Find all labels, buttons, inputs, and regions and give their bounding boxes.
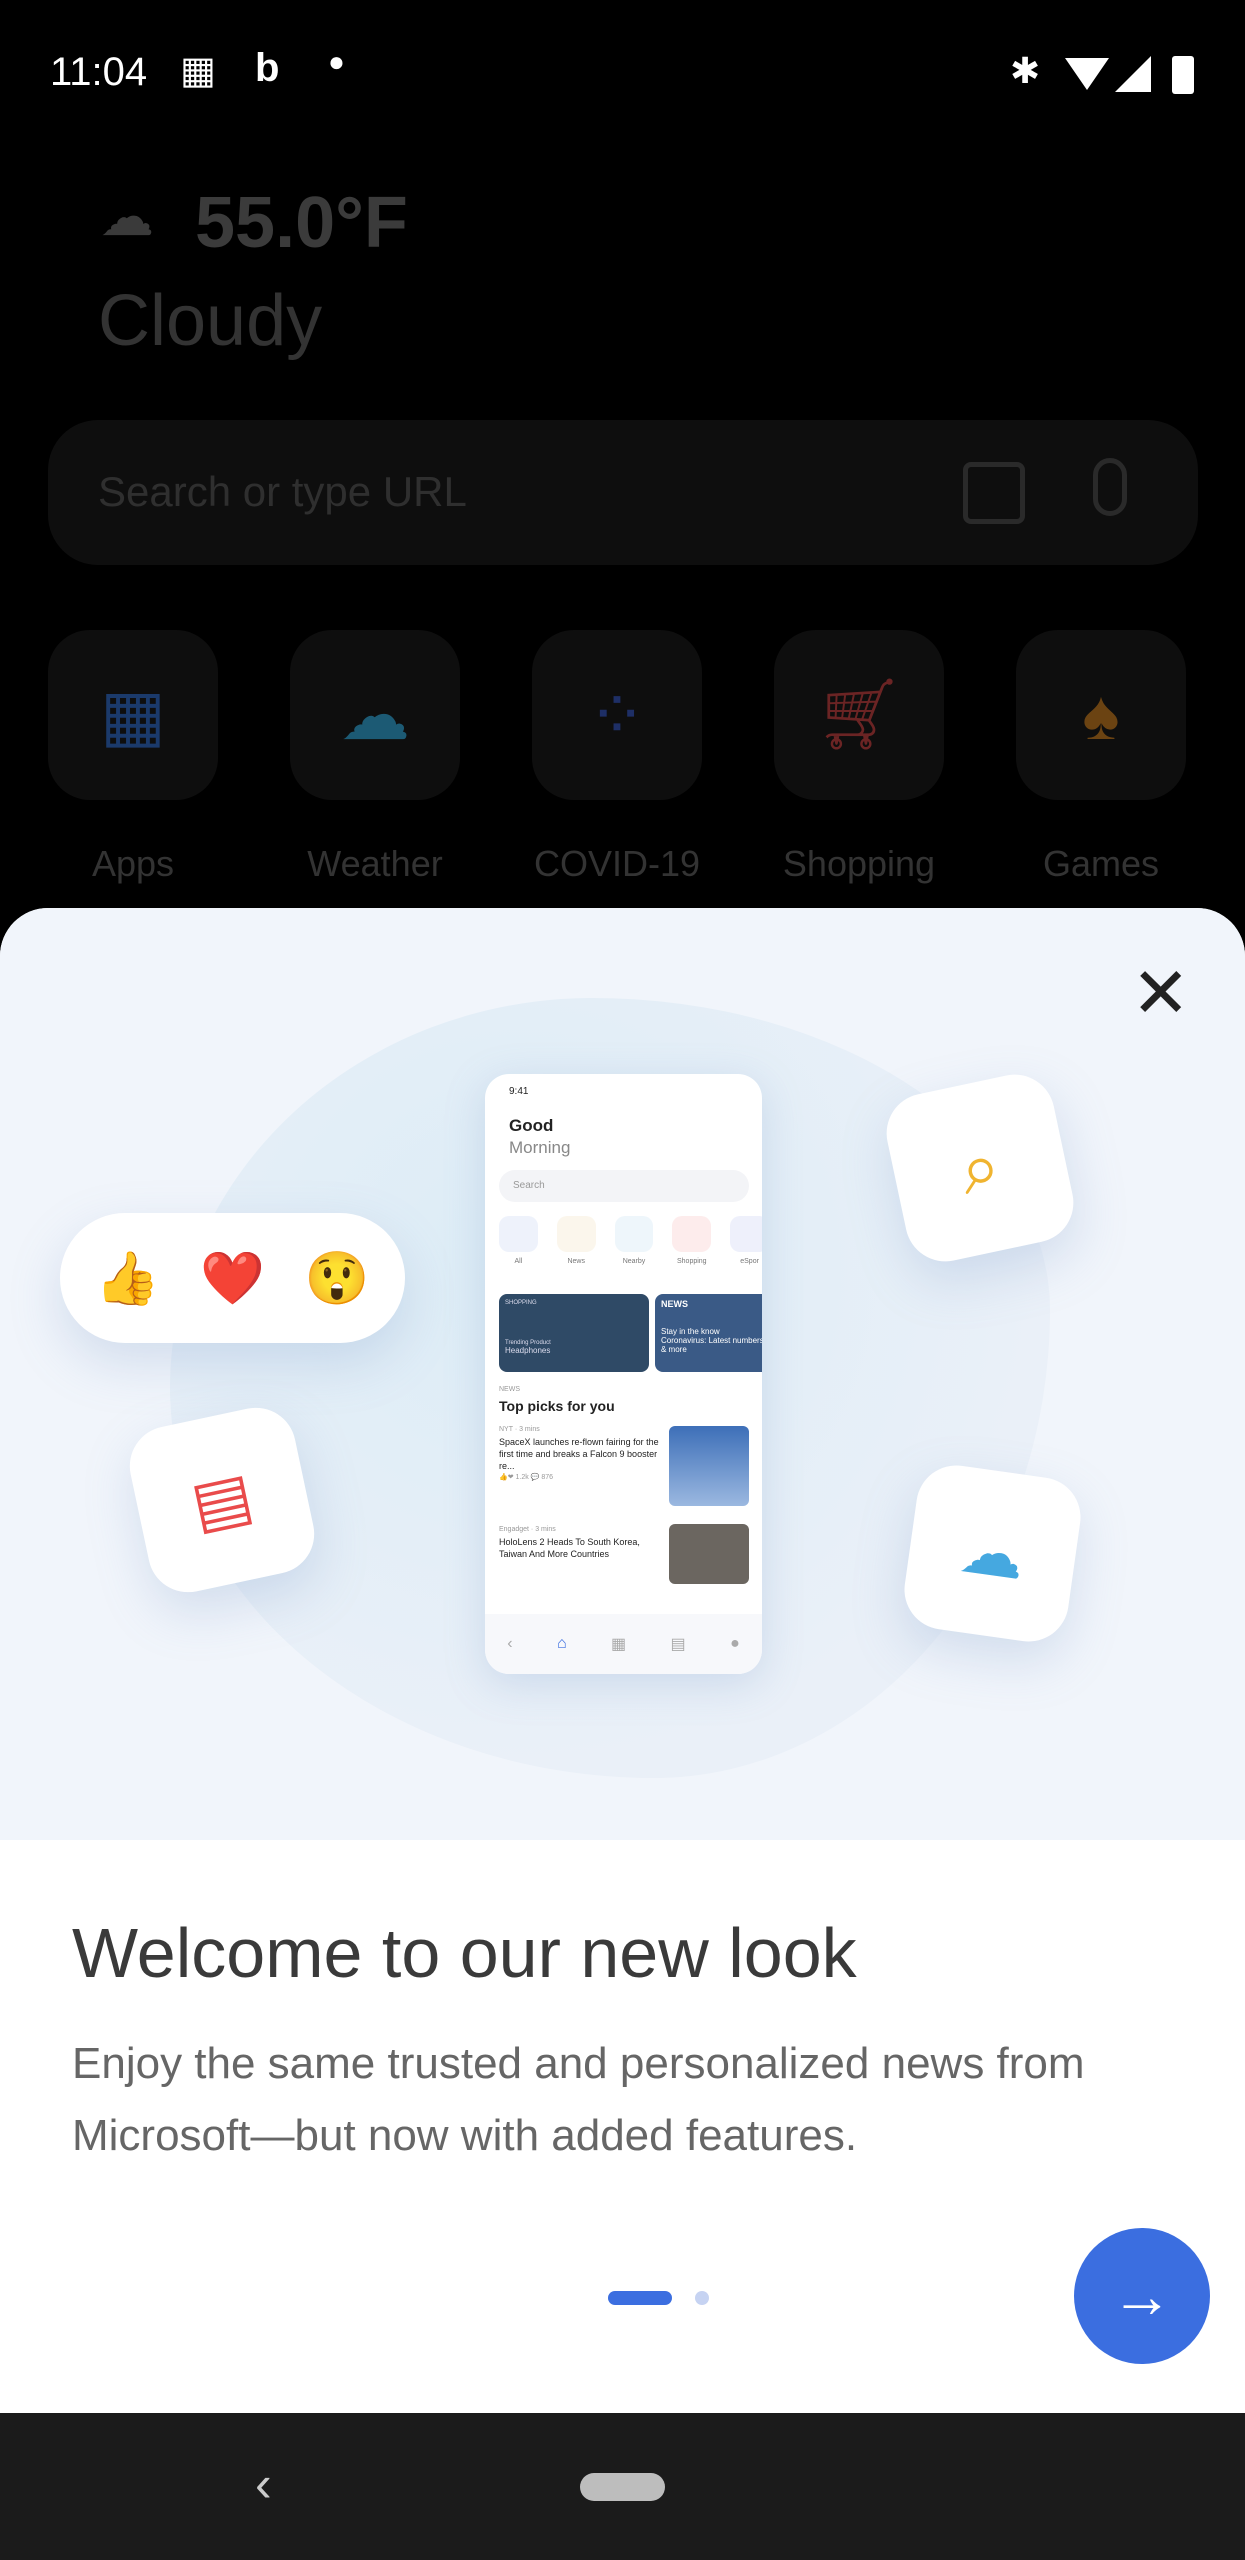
qr-code-icon: ▦ [180, 50, 216, 92]
thumbs-up-icon: 👍 [95, 1249, 161, 1308]
games-icon: ♠ [1082, 676, 1120, 754]
chart-icon: ⁘ [587, 676, 647, 754]
back-button[interactable]: ‹ [255, 2455, 272, 2513]
newspaper-icon: ▤ [184, 1458, 259, 1542]
card-title: Headphones [505, 1346, 551, 1355]
mockup-search: Search [499, 1170, 749, 1202]
onboarding-sheet: 👍 ❤️ 😲 ▤ ⌕ ☁ 9:41 Good Morning Search Al… [0, 908, 1245, 2413]
mockup-category: Shopping [676, 1258, 707, 1265]
tile-apps[interactable]: ▦ [48, 630, 218, 800]
tile-label: Apps [91, 843, 175, 884]
page-indicator-active [608, 2291, 672, 2305]
tile-label: COVID-19 [533, 843, 701, 884]
tile-covid[interactable]: ⁘ [532, 630, 702, 800]
close-button[interactable]: ✕ [1131, 958, 1190, 1028]
mockup-greeting-2: Morning [509, 1138, 571, 1157]
visual-search-icon[interactable] [963, 462, 1025, 524]
onboarding-title: Welcome to our new look [72, 1914, 857, 1992]
avatar: ● [730, 1635, 740, 1652]
tile-label: Weather [307, 843, 443, 884]
mockup-category: All [514, 1258, 523, 1265]
tile-games[interactable]: ♠ [1016, 630, 1186, 800]
article-title: SpaceX launches re-flown fairing for the… [499, 1437, 659, 1471]
partly-cloudy-icon: ☁ [955, 1512, 1030, 1594]
heart-icon: ❤️ [200, 1249, 265, 1308]
mockup-heading: Top picks for you [499, 1398, 615, 1414]
card-title: Coronavirus: Latest numbers & more [661, 1336, 762, 1354]
dot-icon: ● [328, 46, 345, 77]
mockup-article: Engadget · 3 mins HoloLens 2 Heads To So… [499, 1524, 659, 1560]
mockup-section: NEWS [499, 1386, 520, 1393]
mockup-card-shopping: SHOPPING Trending Product Headphones [499, 1294, 649, 1372]
bing-icon: b [255, 46, 280, 90]
home-icon: ⌂ [556, 1635, 567, 1652]
tile-label: Games [1042, 843, 1160, 884]
page-indicator[interactable] [695, 2291, 709, 2305]
onboarding-body: Enjoy the same trusted and personalized … [72, 2039, 1085, 2160]
close-icon: ✕ [1131, 954, 1190, 1032]
card-tag: SHOPPING [505, 1300, 537, 1306]
article-comments: 876 [541, 1474, 554, 1481]
cart-icon: 🛒︎ [814, 675, 904, 753]
status-time: 11:04 [50, 50, 148, 94]
home-pill[interactable] [580, 2473, 665, 2501]
mockup-categories: All News Nearby Shopping eSpor [499, 1216, 762, 1265]
wifi-icon [1065, 58, 1109, 90]
rocket-image [669, 1426, 749, 1506]
apps-icon: ▦ [611, 1636, 627, 1653]
magnifier-icon: ⌕ [952, 1124, 1008, 1210]
tile-weather[interactable]: ☁ [290, 630, 460, 800]
app-mockup: 9:41 Good Morning Search All News Nearby… [485, 1074, 762, 1674]
apps-icon: ▦ [99, 676, 167, 754]
card-tag: NEWS [661, 1299, 688, 1309]
article-source: Engadget · 3 mins [499, 1526, 556, 1533]
hololens-image [669, 1524, 749, 1584]
weather-temperature: 55.0°F [195, 183, 408, 263]
mockup-card-news: NEWS Stay in the know Coronavirus: Lates… [655, 1294, 762, 1372]
system-nav-bar: ‹ [0, 2413, 1245, 2560]
surprised-icon: 😲 [304, 1249, 370, 1308]
news-card: ▤ [122, 1400, 322, 1600]
article-likes: 1.2k [515, 1474, 529, 1481]
mockup-category: eSpor [740, 1258, 759, 1265]
reactions-bubble: 👍 ❤️ 😲 [60, 1213, 405, 1343]
microphone-icon[interactable] [1093, 458, 1127, 516]
next-button[interactable]: → [1074, 2228, 1210, 2364]
status-bar: 11:04 ▦ b ● ✱ [0, 0, 1245, 150]
tile-label: Shopping [782, 843, 936, 884]
weather-card: ☁ [899, 1460, 1086, 1647]
news-icon: ▤ [670, 1636, 686, 1653]
signal-icon [1115, 56, 1151, 92]
weather-condition: Cloudy [98, 281, 323, 361]
card-sub: Stay in the know [661, 1327, 720, 1336]
mockup-nav: ‹ ⌂ ▦ ▤ ● [485, 1614, 762, 1674]
search-bar[interactable]: Search or type URL [48, 420, 1198, 565]
mockup-time: 9:41 [509, 1086, 529, 1097]
article-title: HoloLens 2 Heads To South Korea, Taiwan … [499, 1537, 640, 1559]
article-source: NYT · 3 mins [499, 1426, 540, 1433]
battery-icon [1172, 56, 1194, 94]
arrow-right-icon: → [1111, 2261, 1173, 2331]
search-card: ⌕ [879, 1067, 1081, 1269]
mockup-greeting: Good [509, 1116, 554, 1135]
search-placeholder: Search or type URL [98, 468, 467, 515]
weather-icon: ☁ [340, 676, 410, 754]
bluetooth-icon: ✱ [1010, 50, 1041, 91]
illustration: 👍 ❤️ 😲 ▤ ⌕ ☁ 9:41 Good Morning Search Al… [0, 908, 1245, 1840]
back-icon: ‹ [507, 1635, 513, 1652]
cloud-icon: ☁ [100, 187, 154, 247]
mockup-category: News [567, 1258, 585, 1265]
tile-shopping[interactable]: 🛒︎ [774, 630, 944, 800]
mockup-article: NYT · 3 mins SpaceX launches re-flown fa… [499, 1426, 659, 1481]
mockup-category: Nearby [622, 1258, 646, 1265]
